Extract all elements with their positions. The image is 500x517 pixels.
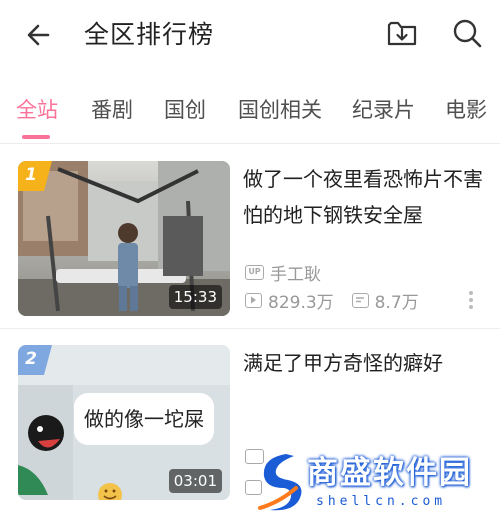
thumbnail-caption: 做的像一坨屎 bbox=[84, 407, 204, 431]
video-title-line1: 满足了甲方奇怪的癖好 bbox=[243, 351, 443, 375]
category-tabs: 全站 番剧 国创 国创相关 纪录片 电影 bbox=[0, 92, 500, 142]
up-badge-icon: UP bbox=[245, 264, 264, 280]
download-folder-icon[interactable] bbox=[385, 16, 419, 50]
tab-guochuang-related[interactable]: 国创相关 bbox=[238, 92, 322, 128]
page-title: 全区排行榜 bbox=[84, 20, 215, 49]
tab-guochuang[interactable]: 国创 bbox=[164, 92, 206, 128]
active-tab-indicator bbox=[22, 135, 50, 139]
video-duration: 15:33 bbox=[168, 285, 222, 309]
tabs-divider bbox=[0, 143, 500, 144]
danmaku-count: 8.7万 bbox=[374, 292, 419, 313]
tab-anime[interactable]: 番剧 bbox=[91, 92, 133, 128]
video-thumbnail[interactable]: 1 15:33 bbox=[18, 161, 230, 316]
uploader-name: 手工耿 bbox=[270, 264, 321, 285]
video-stats: 829.3万 8.7万 bbox=[245, 289, 419, 313]
watermark-logo-icon bbox=[258, 454, 302, 511]
view-count: 829.3万 bbox=[268, 292, 334, 313]
list-item[interactable]: 1 15:33 做了一个夜里看恐怖片不害 怕的地下钢铁安全屋 UP 手工耿 82… bbox=[0, 161, 500, 319]
tab-documentary[interactable]: 纪录片 bbox=[352, 92, 415, 128]
more-options-icon[interactable] bbox=[467, 289, 475, 311]
search-icon[interactable] bbox=[449, 15, 485, 51]
tab-movie[interactable]: 电影 bbox=[445, 92, 487, 128]
rank-badge-icon bbox=[18, 161, 52, 191]
play-count-icon bbox=[245, 292, 262, 308]
watermark-text: 商盛软件园 bbox=[307, 455, 472, 491]
top-bar: 全区排行榜 bbox=[0, 0, 500, 72]
video-title-line1: 做了一个夜里看恐怖片不害 bbox=[243, 167, 483, 191]
video-title[interactable]: 做了一个夜里看恐怖片不害 怕的地下钢铁安全屋 bbox=[243, 161, 488, 233]
uploader[interactable]: UP 手工耿 bbox=[245, 261, 321, 285]
video-duration: 03:01 bbox=[168, 469, 222, 493]
watermark: 商盛软件园 shellcn.com bbox=[250, 448, 500, 517]
video-title-line2: 怕的地下钢铁安全屋 bbox=[243, 203, 423, 227]
watermark-url: shellcn.com bbox=[316, 494, 447, 509]
rank-badge-icon bbox=[18, 345, 52, 375]
list-divider bbox=[0, 328, 500, 329]
back-arrow-icon[interactable] bbox=[22, 18, 56, 52]
tab-all[interactable]: 全站 bbox=[16, 92, 58, 128]
danmaku-icon bbox=[351, 292, 369, 308]
video-thumbnail[interactable]: 做的像一坨屎 2 03:01 bbox=[18, 345, 230, 500]
chat-bubble: 做的像一坨屎 bbox=[74, 393, 214, 445]
video-title[interactable]: 满足了甲方奇怪的癖好 bbox=[243, 345, 488, 381]
